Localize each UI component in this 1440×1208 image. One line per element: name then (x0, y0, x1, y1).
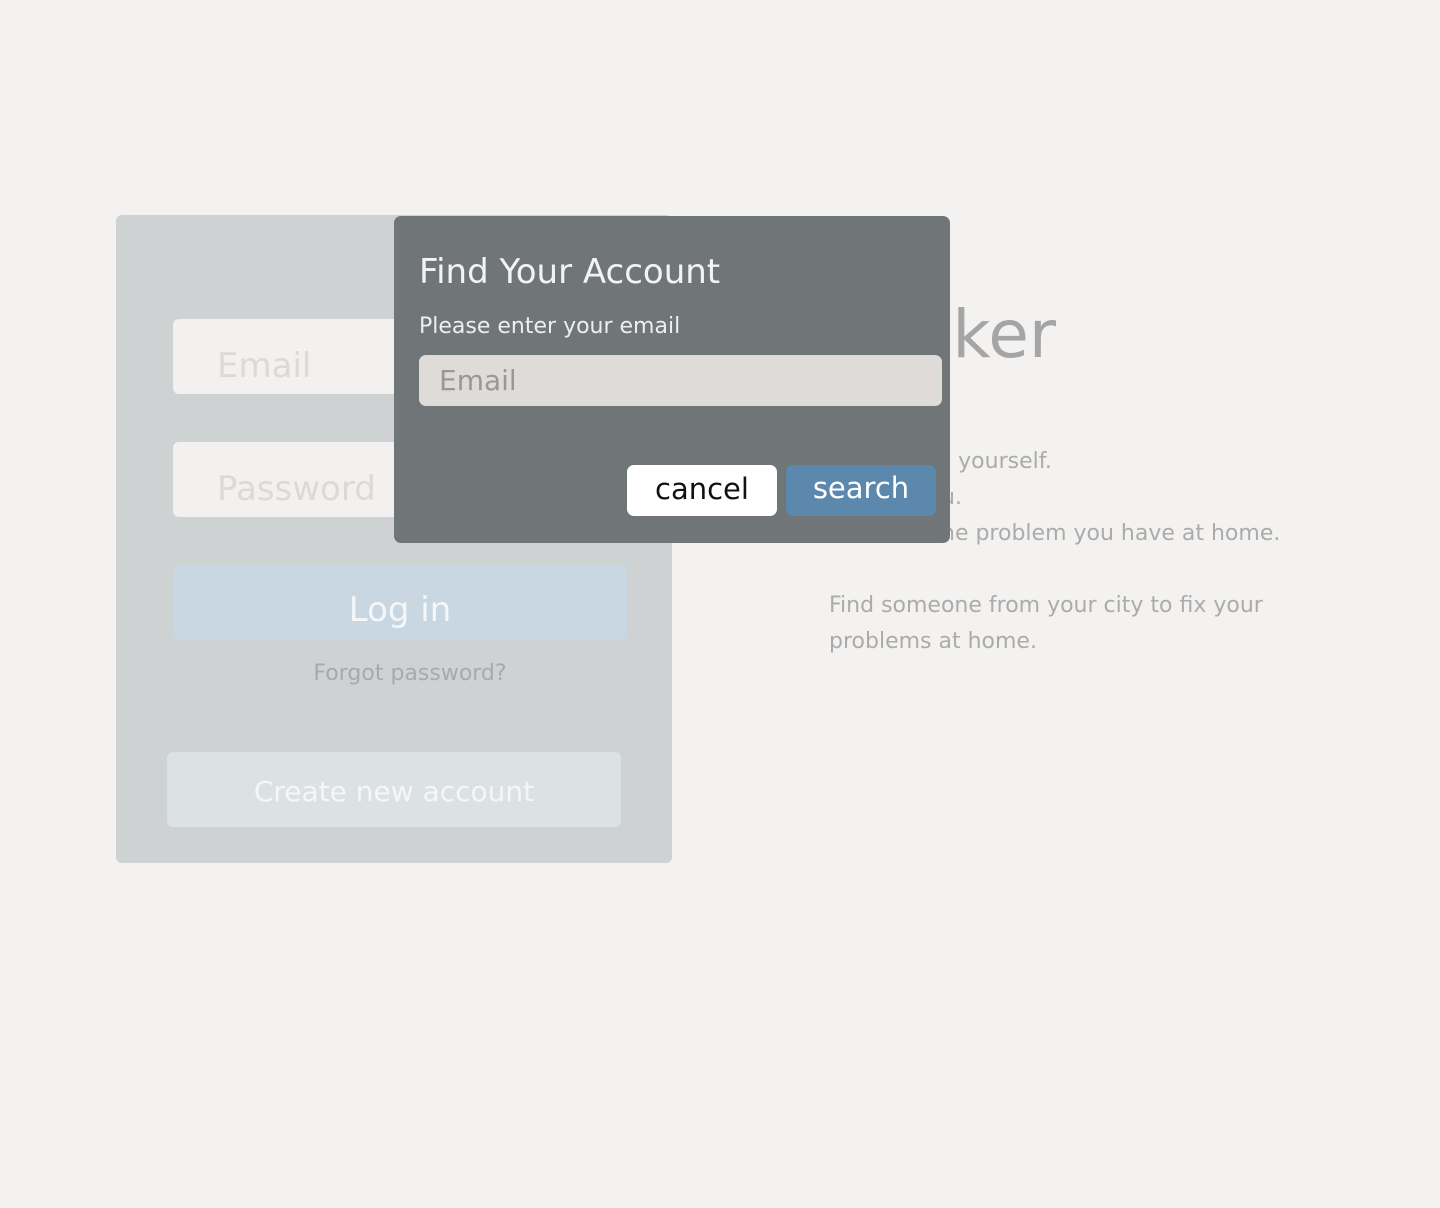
cancel-button[interactable]: cancel (627, 465, 777, 516)
create-account-button[interactable]: Create new account (167, 752, 621, 827)
forgot-password-link[interactable]: Forgot password? (173, 661, 647, 686)
page: ker te yourself. u. he problem you have … (0, 0, 1440, 1208)
modal-email-input[interactable] (419, 355, 942, 406)
login-button[interactable]: Log in (173, 565, 627, 640)
modal-subtitle: Please enter your email (419, 314, 681, 339)
modal-title: Find Your Account (419, 252, 721, 292)
tagline: Find someone from your city to fix your … (829, 593, 1263, 654)
search-button[interactable]: search (786, 465, 936, 516)
find-account-modal: Find Your Account Please enter your emai… (394, 216, 950, 543)
